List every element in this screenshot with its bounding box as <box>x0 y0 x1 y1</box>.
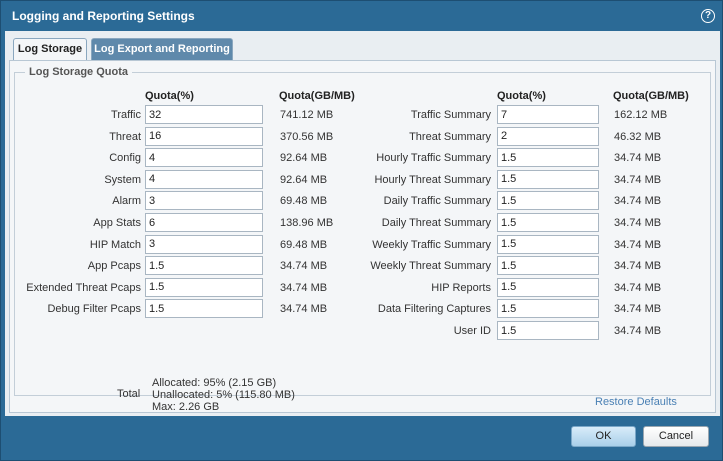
tab-log-storage[interactable]: Log Storage <box>13 38 87 60</box>
total-allocated: Allocated: 95% (2.15 GB) <box>152 377 277 389</box>
right-quota-size-header: Quota(GB/MB) <box>613 90 689 102</box>
extended-threat-pcaps-label: Extended Threat Pcaps <box>26 281 141 294</box>
hip-reports-label: HIP Reports <box>431 281 491 294</box>
hip-reports-quota-input[interactable] <box>497 277 599 297</box>
restore-defaults-link[interactable]: Restore Defaults <box>595 396 677 408</box>
right-quota-pct-header: Quota(%) <box>497 90 546 102</box>
system-label: System <box>104 173 141 186</box>
dialog-body: Log Storage Log Export and Reporting Log… <box>5 31 720 416</box>
config-label: Config <box>109 152 141 165</box>
hourly-traffic-summary-quota-size: 34.74 MB <box>614 152 662 165</box>
traffic-summary-quota-input[interactable] <box>497 105 599 124</box>
hourly-threat-summary-quota-input[interactable] <box>497 169 599 189</box>
dialog-title: Logging and Reporting Settings <box>12 9 195 23</box>
hourly-threat-summary-quota-size: 34.74 MB <box>614 173 662 186</box>
weekly-threat-summary-quota-input[interactable] <box>497 256 599 276</box>
weekly-traffic-summary-quota-size: 34.74 MB <box>614 238 662 251</box>
data-filtering-captures-quota-size: 34.74 MB <box>614 303 662 316</box>
left-quota-size-header: Quota(GB/MB) <box>279 90 355 102</box>
config-quota-input[interactable] <box>145 148 263 168</box>
threat-label: Threat <box>109 130 141 143</box>
weekly-threat-summary-quota-size: 34.74 MB <box>614 260 662 273</box>
hourly-traffic-summary-quota-input[interactable] <box>497 148 599 168</box>
daily-threat-summary-quota-input[interactable] <box>497 213 599 232</box>
logging-settings-dialog: Logging and Reporting Settings ? Log Sto… <box>0 0 723 461</box>
app-stats-quota-input[interactable] <box>145 213 263 232</box>
traffic-summary-label: Traffic Summary <box>410 109 491 121</box>
data-filtering-captures-quota-input[interactable] <box>497 299 599 319</box>
extended-threat-pcaps-quota-input[interactable] <box>145 277 263 297</box>
cancel-button[interactable]: Cancel <box>643 426 709 447</box>
data-filtering-captures-label: Data Filtering Captures <box>377 303 491 316</box>
help-icon[interactable]: ? <box>701 9 715 23</box>
app-stats-label: App Stats <box>93 217 141 229</box>
debug-filter-pcaps-label: Debug Filter Pcaps <box>47 303 141 316</box>
daily-traffic-summary-quota-size: 34.74 MB <box>614 195 662 208</box>
dialog-titlebar[interactable]: Logging and Reporting Settings ? <box>1 1 722 30</box>
traffic-label: Traffic <box>111 109 141 121</box>
traffic-summary-quota-size: 162.12 MB <box>614 109 668 121</box>
weekly-traffic-summary-label: Weekly Traffic Summary <box>372 238 491 251</box>
user-id-quota-input[interactable] <box>497 321 599 340</box>
hourly-threat-summary-label: Hourly Threat Summary <box>374 173 491 186</box>
app-pcaps-label: App Pcaps <box>87 260 141 273</box>
hip-match-quota-input[interactable] <box>145 234 263 254</box>
hourly-traffic-summary-label: Hourly Traffic Summary <box>376 152 491 165</box>
section-title: Log Storage Quota <box>25 66 132 78</box>
threat-summary-label: Threat Summary <box>409 130 491 143</box>
alarm-label: Alarm <box>112 195 141 208</box>
weekly-threat-summary-label: Weekly Threat Summary <box>370 260 491 273</box>
daily-traffic-summary-quota-input[interactable] <box>497 191 599 211</box>
total-unallocated: Unallocated: 5% (115.80 MB) <box>152 389 295 401</box>
traffic-quota-input[interactable] <box>145 105 263 124</box>
system-quota-input[interactable] <box>145 169 263 189</box>
weekly-traffic-summary-quota-input[interactable] <box>497 234 599 254</box>
total-max: Max: 2.26 GB <box>152 401 220 413</box>
debug-filter-pcaps-quota-input[interactable] <box>145 299 263 319</box>
daily-threat-summary-label: Daily Threat Summary <box>381 217 491 229</box>
total-label: Total <box>117 388 141 400</box>
daily-traffic-summary-label: Daily Traffic Summary <box>383 195 491 208</box>
user-id-quota-size: 34.74 MB <box>614 325 662 337</box>
hip-match-label: HIP Match <box>89 238 141 251</box>
threat-summary-quota-input[interactable] <box>497 126 599 146</box>
left-quota-pct-header: Quota(%) <box>145 90 194 102</box>
alarm-quota-input[interactable] <box>145 191 263 211</box>
log-storage-quota-group: Log Storage Quota Quota(%) Quota(GB/MB) … <box>14 66 711 413</box>
daily-threat-summary-quota-size: 34.74 MB <box>614 217 662 229</box>
user-id-label: User ID <box>453 325 491 337</box>
threat-quota-input[interactable] <box>145 126 263 146</box>
app-pcaps-quota-input[interactable] <box>145 256 263 276</box>
ok-button[interactable]: OK <box>571 426 636 447</box>
log-storage-panel: Log Storage Quota Quota(%) Quota(GB/MB) … <box>9 60 716 413</box>
threat-summary-quota-size: 46.32 MB <box>614 130 662 143</box>
tab-log-export-reporting[interactable]: Log Export and Reporting <box>91 38 233 60</box>
hip-reports-quota-size: 34.74 MB <box>614 281 662 294</box>
